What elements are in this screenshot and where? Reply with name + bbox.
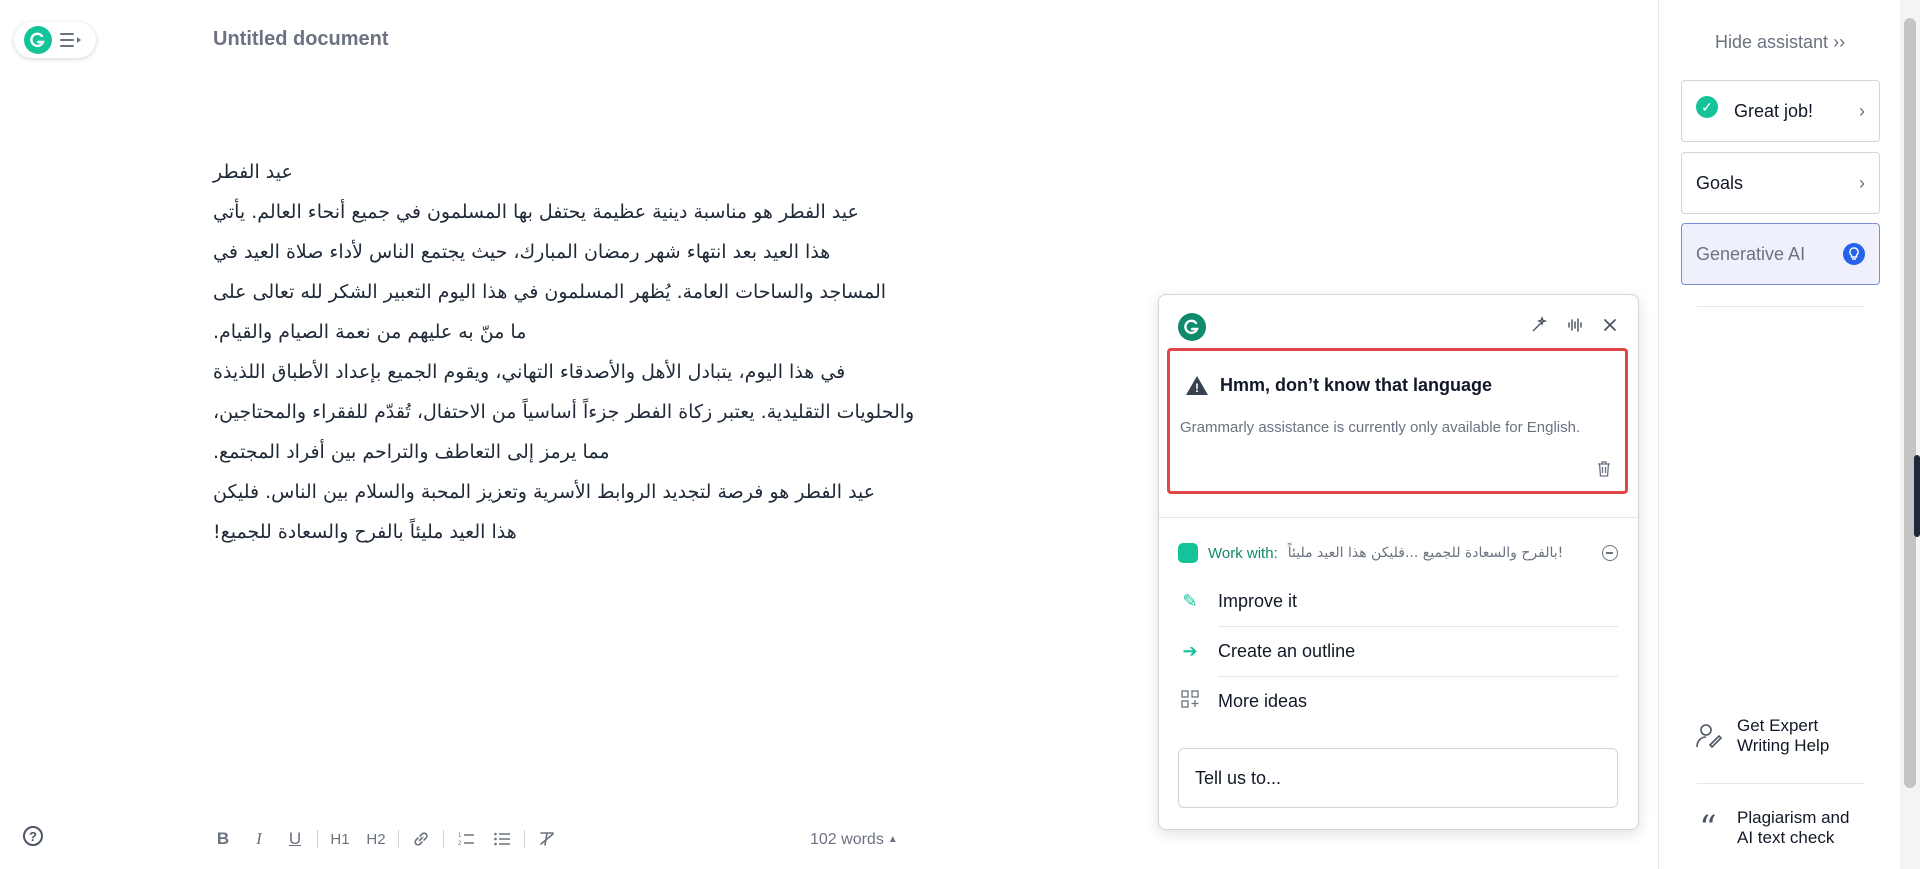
clear-format-icon[interactable] bbox=[529, 826, 565, 852]
divider bbox=[1697, 306, 1864, 307]
collapse-icon[interactable] bbox=[1602, 545, 1618, 561]
plagiarism-check-button[interactable]: “ Plagiarism and AI text check bbox=[1693, 808, 1867, 848]
caret-up-icon: ▲ bbox=[887, 834, 898, 845]
divider bbox=[1159, 517, 1638, 518]
great-job-card[interactable]: ✓ Great job! › bbox=[1681, 80, 1880, 142]
document-editor[interactable]: عيد الفطر عيد الفطر هو مناسبة دينية عظيم… bbox=[213, 152, 973, 552]
formatting-toolbar: B I U H1 H2 12 bbox=[205, 826, 565, 852]
text-line: المساجد والساحات العامة. يُظهر المسلمون … bbox=[213, 281, 887, 303]
improve-it-button[interactable]: ✎ Improve it bbox=[1178, 576, 1618, 626]
language-alert-card: ! Hmm, don’t know that language Grammarl… bbox=[1167, 348, 1628, 494]
action-label: Improve it bbox=[1218, 590, 1298, 611]
toolbar-divider bbox=[398, 830, 399, 848]
grammarly-logo-icon bbox=[24, 26, 52, 54]
text-line: عيد الفطر هو فرصة لتجديد الروابط الأسرية… bbox=[213, 481, 876, 503]
text-line: مما يرمز إلى التعاطف والتراحم بين أفراد … bbox=[213, 441, 610, 463]
alert-title: Hmm, don’t know that language bbox=[1220, 375, 1493, 395]
underline-button[interactable]: U bbox=[277, 826, 313, 852]
menu-icon bbox=[60, 31, 82, 49]
generative-ai-card[interactable]: Generative AI bbox=[1681, 223, 1880, 285]
hide-assistant-label: Hide assistant bbox=[1715, 32, 1829, 52]
text-line: في هذا اليوم، يتبادل الأهل والأصدقاء الت… bbox=[213, 361, 846, 383]
link-icon[interactable] bbox=[403, 826, 439, 852]
grammarly-popup: ! Hmm, don’t know that language Grammarl… bbox=[1158, 294, 1639, 830]
italic-button[interactable]: I bbox=[241, 826, 277, 852]
chevron-right-icon: › bbox=[1859, 172, 1865, 193]
plagiarism-label: Plagiarism and AI text check bbox=[1737, 808, 1850, 847]
goals-label: Goals bbox=[1696, 172, 1744, 193]
work-with-text: بالفرح والسعادة للجميع ...فليكن هذا العي… bbox=[1287, 545, 1564, 561]
help-icon[interactable]: ? bbox=[23, 826, 43, 846]
word-count-label: 102 words bbox=[810, 831, 884, 848]
double-chevron-icon: ›› bbox=[1833, 32, 1846, 52]
sparkle-icon[interactable] bbox=[1530, 315, 1548, 339]
toolbar-divider bbox=[443, 830, 444, 848]
more-ideas-button[interactable]: More ideas bbox=[1178, 676, 1618, 726]
generative-ai-label: Generative AI bbox=[1696, 243, 1806, 264]
expert-help-label: Get Expert Writing Help bbox=[1737, 716, 1830, 755]
ordered-list-icon[interactable]: 12 bbox=[448, 826, 484, 852]
scroll-marker bbox=[1914, 455, 1920, 537]
divider bbox=[1697, 783, 1864, 784]
close-icon[interactable] bbox=[1602, 317, 1618, 338]
popup-header bbox=[1178, 312, 1618, 342]
trash-icon[interactable] bbox=[1597, 461, 1611, 477]
text-line: ما منّ به عليهم من نعمة الصيام والقيام. bbox=[213, 321, 527, 343]
lightbulb-icon bbox=[1843, 243, 1865, 265]
bold-button[interactable]: B bbox=[205, 826, 241, 852]
prompt-input[interactable]: Tell us to... bbox=[1178, 748, 1618, 808]
text-line: هذا العيد بعد انتهاء شهر رمضان المبارك، … bbox=[213, 241, 831, 263]
grammarly-menu-button[interactable] bbox=[14, 22, 96, 58]
grid-icon bbox=[1178, 689, 1202, 713]
prompt-placeholder: Tell us to... bbox=[1195, 767, 1282, 788]
text-line: عيد الفطر bbox=[213, 161, 293, 183]
work-with-label: Work with: bbox=[1208, 544, 1278, 562]
great-job-label: Great job! bbox=[1734, 100, 1814, 121]
hide-assistant-button[interactable]: Hide assistant ›› bbox=[1715, 32, 1845, 53]
svg-text:1: 1 bbox=[458, 833, 462, 839]
text-line: والحلويات التقليدية. يعتبر زكاة الفطر جز… bbox=[213, 401, 915, 423]
bullet-list-icon[interactable] bbox=[484, 826, 520, 852]
quote-icon: “ bbox=[1699, 808, 1717, 848]
work-with-row: Work with: بالفرح والسعادة للجميع ...فلي… bbox=[1178, 543, 1618, 563]
heading1-button[interactable]: H1 bbox=[322, 826, 358, 852]
outline-icon: ➔ bbox=[1182, 640, 1198, 661]
expert-help-button[interactable]: Get Expert Writing Help bbox=[1693, 716, 1857, 756]
pen-icon: ✎ bbox=[1182, 590, 1198, 611]
toolbar-divider bbox=[524, 830, 525, 848]
chevron-right-icon: › bbox=[1859, 100, 1865, 121]
svg-text:2: 2 bbox=[458, 841, 462, 847]
document-title[interactable]: Untitled document bbox=[213, 28, 389, 51]
goals-card[interactable]: Goals › bbox=[1681, 152, 1880, 214]
grammarly-doc-icon bbox=[1178, 543, 1198, 563]
check-circle-icon: ✓ bbox=[1696, 96, 1718, 118]
toolbar-divider bbox=[317, 830, 318, 848]
action-label: More ideas bbox=[1218, 690, 1308, 711]
create-outline-button[interactable]: ➔ Create an outline bbox=[1178, 626, 1618, 676]
scrollbar[interactable] bbox=[1900, 0, 1920, 869]
grammarly-logo-icon bbox=[1178, 313, 1206, 341]
expert-person-icon bbox=[1693, 721, 1723, 751]
text-line: هذا العيد مليئاً بالفرح والسعادة للجميع! bbox=[213, 521, 517, 543]
alert-description: Grammarly assistance is currently only a… bbox=[1180, 419, 1581, 436]
voice-icon[interactable] bbox=[1566, 316, 1584, 339]
warning-icon: ! bbox=[1186, 376, 1208, 395]
heading2-button[interactable]: H2 bbox=[358, 826, 394, 852]
assistant-panel: Hide assistant ›› ✓ Great job! › Goals ›… bbox=[1658, 0, 1900, 869]
scrollbar-thumb[interactable] bbox=[1904, 18, 1916, 788]
word-count-button[interactable]: 102 words ▲ bbox=[810, 831, 898, 849]
action-label: Create an outline bbox=[1218, 640, 1356, 661]
text-line: عيد الفطر هو مناسبة دينية عظيمة يحتفل به… bbox=[213, 201, 859, 223]
